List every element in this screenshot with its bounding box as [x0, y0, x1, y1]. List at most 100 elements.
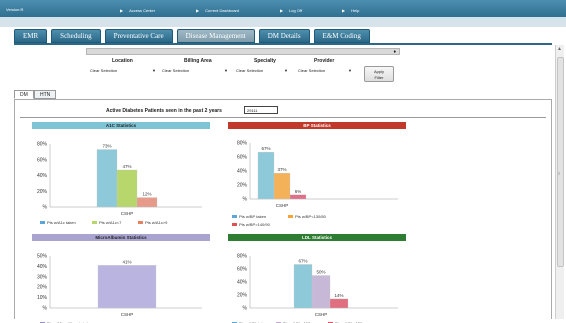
bar: [293, 264, 313, 309]
location-header: Location: [112, 58, 133, 64]
y-tick-label: %: [43, 306, 48, 312]
y-tick-label: 20%: [237, 183, 248, 189]
legend-label: Pts w/BP taken: [239, 214, 266, 219]
legend-swatch: [288, 215, 293, 218]
y-tick-label: 10%: [37, 295, 48, 301]
y-tick-label: 60%: [237, 155, 248, 161]
nav-help[interactable]: ▶ Help: [342, 8, 359, 13]
data-label: 14%: [334, 293, 343, 298]
legend-swatch: [138, 221, 143, 224]
tab-disease-management[interactable]: Disease Management: [176, 29, 255, 43]
nav-help-label: Help: [351, 8, 360, 13]
y-tick-label: 50%: [37, 254, 48, 260]
data-label: 47%: [122, 164, 131, 169]
grip-icon: ≡: [558, 171, 561, 176]
specialty-select-value: Clear Selection: [236, 68, 264, 73]
bar: [257, 151, 275, 200]
x-tick-label: CSHP: [121, 312, 134, 317]
y-tick-label: 40%: [237, 280, 248, 286]
main-tabs: EMR Scheduling Preventative Care Disease…: [14, 29, 374, 43]
divider: [20, 117, 546, 118]
subtab-dm[interactable]: DM: [14, 90, 34, 99]
data-label: 67%: [261, 146, 270, 151]
y-tick-label: 80%: [237, 254, 248, 260]
bp-chart: 80% 60% 40% 20%% 67% 37% 6% CSHP Pts w/BP taken P…: [232, 141, 398, 227]
chevron-down-icon: ▼: [348, 68, 352, 73]
data-label: 37%: [277, 167, 286, 172]
tab-scheduling[interactable]: Scheduling: [51, 29, 101, 43]
bp-chart-title: BP Statistics: [228, 122, 406, 129]
y-tick-label: 30%: [37, 274, 48, 280]
bar: [289, 194, 307, 200]
bar: [136, 197, 158, 208]
y-tick-label: 40%: [37, 264, 48, 270]
legend-swatch: [232, 215, 237, 218]
bar: [273, 172, 291, 200]
y-tick-label: 60%: [237, 267, 248, 273]
y-tick-label: %: [243, 306, 248, 312]
bar: [97, 265, 157, 309]
tab-preventative-care[interactable]: Preventative Care: [104, 29, 173, 43]
a1c-chart: 80% 60% 40% 20%% 73% 47% 12% CSHP Pts w/A1c take…: [37, 142, 202, 225]
chevron-down-icon: ▼: [224, 68, 228, 73]
legend-swatch: [40, 221, 45, 224]
bar: [96, 149, 118, 208]
top-bar: Version:R ▶ Access Center ▶ Current Dash…: [0, 0, 566, 17]
tab-emr[interactable]: EMR: [14, 29, 48, 43]
bp-chart-panel: BP Statistics 80% 60% 40% 20%% 67% 37% 6% CSHP P…: [228, 122, 406, 229]
arrow-right-icon: ▶: [120, 8, 124, 13]
location-select[interactable]: Clear Selection ▼: [88, 67, 158, 74]
y-tick-label: 80%: [37, 142, 48, 148]
billing-area-header: Billing Area: [184, 58, 212, 64]
provider-select[interactable]: Clear Selection ▼: [296, 67, 354, 74]
x-tick-label: CSHP: [276, 203, 289, 208]
bar: [116, 169, 138, 208]
data-label: 12%: [142, 192, 151, 197]
nav-log-off[interactable]: ▶ Log Off: [280, 8, 302, 13]
x-tick-label: CSHP: [121, 211, 134, 216]
ldl-chart: 80%60%40%20%%67%50%14%CSHPPts w/LDL take…: [232, 254, 398, 323]
specialty-select[interactable]: Clear Selection ▼: [234, 67, 290, 74]
subtab-htn[interactable]: HTN: [34, 90, 57, 99]
filter-panel-collapse[interactable]: ♦: [86, 48, 400, 55]
microalbumin-chart: 50%40%30%20%10%%41%CSHPPts w/MicroAlbumi…: [37, 254, 202, 323]
tab-em-coding[interactable]: E&M Coding: [313, 29, 370, 43]
microalbumin-chart-title: MicroAlbumin Statistics: [32, 234, 210, 241]
provider-header: Provider: [314, 58, 335, 64]
billing-area-select[interactable]: Clear Selection ▼: [160, 67, 230, 74]
scroll-up-icon[interactable]: ▲: [557, 46, 562, 52]
arrow-right-icon: ▶: [280, 8, 284, 13]
y-tick-label: %: [43, 205, 48, 211]
location-select-value: Clear Selection: [90, 68, 118, 73]
y-tick-label: 20%: [237, 293, 248, 299]
data-label: 73%: [102, 144, 111, 149]
a1c-chart-title: A1C Statistics: [32, 122, 210, 129]
nav-current-dashboard[interactable]: ▶ Current Dashboard: [196, 8, 239, 13]
bar: [329, 298, 349, 309]
nav-access-center-label: Access Center: [129, 8, 156, 13]
chevron-down-icon: ▼: [284, 68, 288, 73]
scroll-thumb[interactable]: [557, 57, 564, 267]
active-patients-label: Active Diabetes Patients seen in the pas…: [106, 108, 222, 114]
apply-filter-button[interactable]: Apply Filter: [364, 66, 394, 82]
microalbumin-chart-panel: MicroAlbumin Statistics 50% 40% 30% 20% 10%%…: [32, 234, 210, 323]
billing-area-select-value: Clear Selection: [162, 68, 190, 73]
filter-label: Filter: [374, 75, 384, 80]
a1c-chart-panel: A1C Statistics 80% 60% 40% 20%% 73% 47% 12% CSH…: [32, 122, 210, 229]
legend-label: Pts w/BP>140/90: [239, 222, 271, 227]
vertical-scrollbar[interactable]: ▲ ≡: [555, 45, 564, 319]
legend-swatch: [232, 223, 237, 226]
x-tick-label: CSHP: [315, 312, 328, 317]
nav-access-center[interactable]: ▶ Access Center: [120, 8, 155, 13]
expand-icon: ♦: [393, 49, 396, 55]
ldl-chart-panel: LDL Statistics 80% 60% 40% 20%% 67% 50% 14% CSH…: [228, 234, 406, 323]
data-label: 50%: [316, 270, 325, 275]
legend-label: Pts w/BP<130/80: [295, 214, 327, 219]
tab-dm-details[interactable]: DM Details: [258, 29, 310, 43]
arrow-right-icon: ▶: [196, 8, 200, 13]
specialty-header: Specialty: [254, 58, 276, 64]
arrow-right-icon: ▶: [342, 8, 346, 13]
nav-log-off-label: Log Off: [289, 8, 303, 13]
y-tick-label: 40%: [37, 173, 48, 179]
version-label: Version:R: [6, 7, 24, 12]
